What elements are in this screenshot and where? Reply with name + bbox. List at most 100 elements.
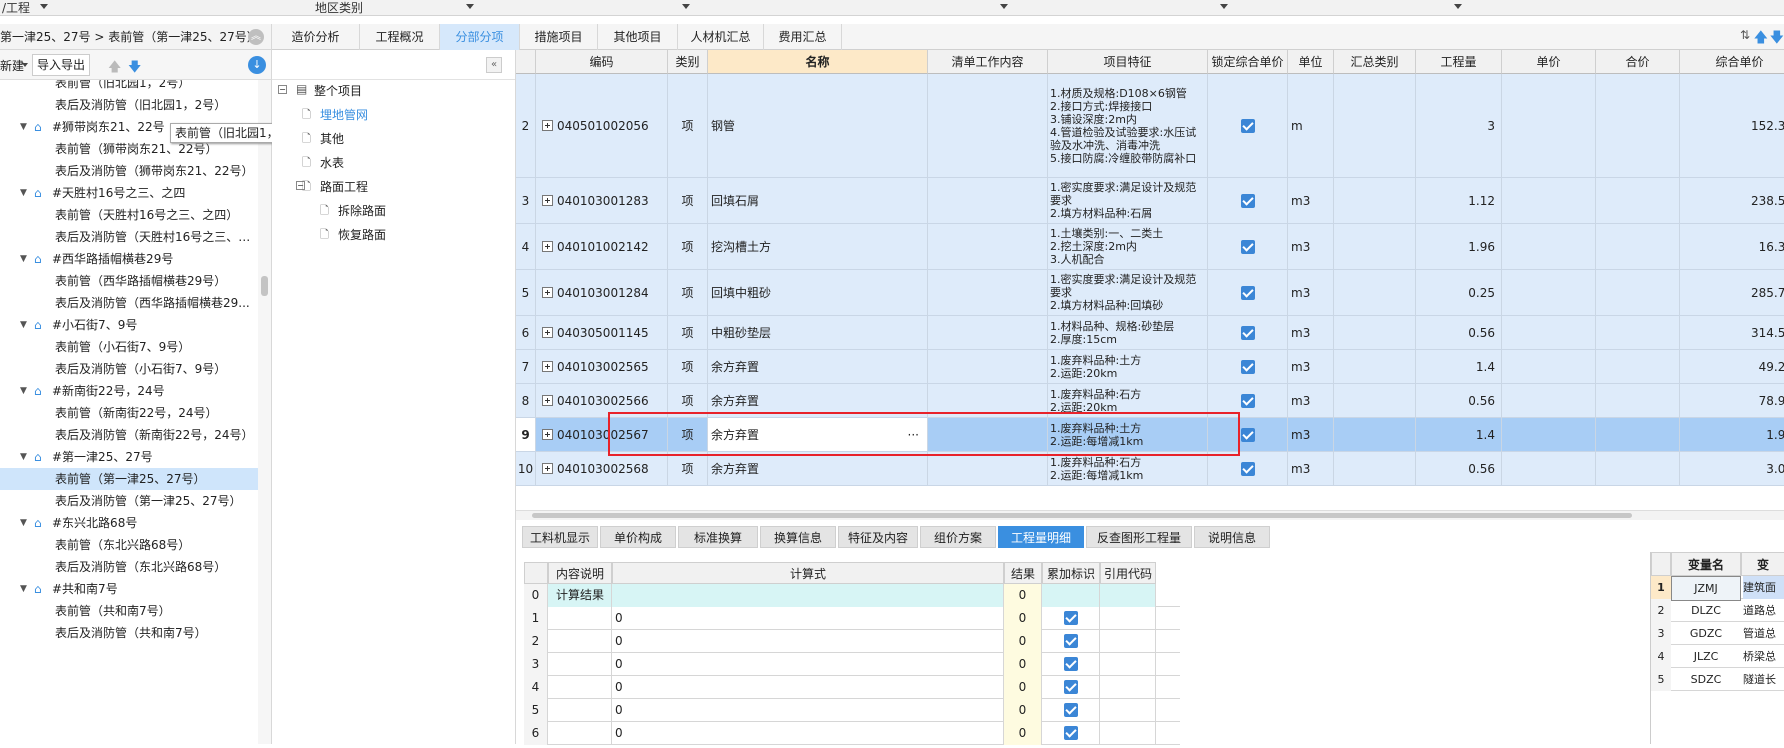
col-header[interactable]: 汇总类别	[1334, 50, 1416, 74]
chevron-down-icon[interactable]	[466, 4, 474, 9]
project-item[interactable]: 表前管（共和南7号）	[0, 600, 258, 622]
var-row[interactable]: 2 DLZC 道路总	[1651, 599, 1784, 622]
desc-cell[interactable]: 计算结果	[548, 584, 612, 607]
expand-plus-icon[interactable]	[542, 120, 553, 131]
checkbox-checked-icon[interactable]	[1063, 611, 1078, 625]
summary-type-cell[interactable]	[1334, 74, 1416, 177]
calc-col-header[interactable]: 结果	[1004, 562, 1042, 584]
bottom-tab-4[interactable]: 特征及内容	[838, 526, 918, 548]
accumulate-cell[interactable]	[1042, 607, 1100, 630]
ref-code-cell[interactable]	[1100, 699, 1156, 722]
work-content-cell[interactable]	[928, 270, 1048, 315]
unit-price-cell[interactable]	[1502, 224, 1596, 269]
var-col-header[interactable]: 变	[1741, 552, 1784, 576]
formula-cell[interactable]: 0	[612, 699, 1004, 722]
project-item[interactable]: 表前管（西华路插帽横巷29号）	[0, 270, 258, 292]
col-header[interactable]: 合价	[1596, 50, 1680, 74]
code-cell[interactable]: 040103002565	[536, 350, 668, 383]
project-item[interactable]: 表前管（新南街22号，24号）	[0, 402, 258, 424]
quantity-cell[interactable]: 0.56	[1416, 384, 1502, 417]
name-cell[interactable]: 余方弃置	[708, 452, 928, 485]
composite-price-cell[interactable]: 78.91	[1680, 384, 1784, 417]
project-group[interactable]: ▼ ⌂ #共和南7号	[0, 578, 258, 600]
col-header[interactable]: 单位	[1288, 50, 1334, 74]
tab-1[interactable]: 工程概况	[360, 24, 440, 50]
chevron-down-icon[interactable]	[40, 4, 48, 9]
horizontal-scrollbar[interactable]	[516, 510, 1784, 520]
quantity-cell[interactable]: 3	[1416, 74, 1502, 177]
composite-price-cell[interactable]: 238.58	[1680, 178, 1784, 223]
total-price-cell[interactable]	[1596, 316, 1680, 349]
row-number[interactable]: 3	[516, 178, 536, 223]
project-group[interactable]: ▼ ⌂ #东兴北路68号	[0, 512, 258, 534]
quantity-cell[interactable]: 0.56	[1416, 316, 1502, 349]
work-content-cell[interactable]	[928, 178, 1048, 223]
project-item[interactable]: 表后及消防管（天胜村16号之三、…	[0, 226, 258, 248]
checkbox-checked-icon[interactable]	[1240, 118, 1255, 133]
col-header[interactable]: 综合单价	[1680, 50, 1784, 74]
var-name[interactable]: SDZC	[1671, 668, 1741, 691]
accumulate-cell[interactable]	[1042, 630, 1100, 653]
unit-cell[interactable]: m3	[1288, 384, 1334, 417]
lock-price-cell[interactable]	[1208, 74, 1288, 177]
work-content-cell[interactable]	[928, 384, 1048, 417]
ref-code-cell[interactable]	[1100, 584, 1156, 607]
type-cell[interactable]: 项	[668, 224, 708, 269]
expand-icon[interactable]: ▼	[20, 512, 27, 534]
project-group[interactable]: ▼ ⌂ #西华路插帽横巷29号	[0, 248, 258, 270]
bottom-tab-0[interactable]: 工料机显示	[522, 526, 598, 548]
total-price-cell[interactable]	[1596, 178, 1680, 223]
work-content-cell[interactable]	[928, 350, 1048, 383]
accumulate-cell[interactable]	[1042, 722, 1100, 745]
import-export-button[interactable]: 导入导出	[32, 54, 91, 76]
quantity-cell[interactable]: 1.12	[1416, 178, 1502, 223]
desc-cell[interactable]	[548, 653, 612, 676]
code-cell[interactable]: 040103001284	[536, 270, 668, 315]
lock-price-cell[interactable]	[1208, 270, 1288, 315]
expand-icon[interactable]: ▼	[20, 182, 27, 204]
var-value[interactable]: 桥梁总	[1743, 645, 1784, 668]
feature-cell[interactable]: 1.土壤类别:一、二类土 2.挖土深度:2m内 3.人机配合	[1048, 224, 1208, 269]
checkbox-checked-icon[interactable]	[1240, 239, 1255, 254]
tree-item[interactable]: 水表	[320, 154, 344, 171]
checkbox-checked-icon[interactable]	[1063, 680, 1078, 694]
var-row[interactable]: 1 JZMJ 建筑面	[1651, 576, 1784, 601]
project-item[interactable]: 表前管（东北兴路68号）	[0, 534, 258, 556]
var-row[interactable]: 4 JLZC 桥梁总	[1651, 645, 1784, 668]
checkbox-checked-icon[interactable]	[1240, 285, 1255, 300]
tab-6[interactable]: 费用汇总	[764, 24, 842, 50]
type-cell[interactable]: 项	[668, 350, 708, 383]
col-header[interactable]: 编码	[536, 50, 668, 74]
accumulate-cell[interactable]	[1042, 653, 1100, 676]
name-cell[interactable]: 中粗砂垫层	[708, 316, 928, 349]
composite-price-cell[interactable]: 285.72	[1680, 270, 1784, 315]
chevron-down-icon[interactable]	[22, 63, 28, 67]
expand-icon[interactable]: ▼	[20, 446, 27, 468]
bottom-tab-2[interactable]: 标准换算	[678, 526, 758, 548]
composite-price-cell[interactable]: 1.97	[1680, 418, 1784, 451]
expand-icon[interactable]: ▼	[20, 578, 27, 600]
checkbox-checked-icon[interactable]	[1240, 461, 1255, 476]
ref-code-cell[interactable]	[1100, 676, 1156, 699]
bottom-tab-7[interactable]: 反查图形工程量	[1086, 526, 1192, 548]
accumulate-cell[interactable]	[1042, 676, 1100, 699]
col-header[interactable]: 类别	[668, 50, 708, 74]
work-content-cell[interactable]	[928, 316, 1048, 349]
name-cell[interactable]: 余方弃置	[708, 384, 928, 417]
var-name[interactable]: JLZC	[1671, 645, 1741, 668]
unit-cell[interactable]: m3	[1288, 316, 1334, 349]
project-group[interactable]: ▼ ⌂ #天胜村16号之三、之四	[0, 182, 258, 204]
col-header[interactable]: 工程量	[1416, 50, 1502, 74]
unit-price-cell[interactable]	[1502, 74, 1596, 177]
scrollbar-thumb[interactable]	[261, 276, 268, 296]
more-icon[interactable]: ···	[908, 428, 919, 442]
bottom-tab-5[interactable]: 组价方案	[920, 526, 996, 548]
lock-price-cell[interactable]	[1208, 350, 1288, 383]
unit-cell[interactable]: m3	[1288, 224, 1334, 269]
expand-plus-icon[interactable]	[542, 361, 553, 372]
tree-item[interactable]: 其他	[320, 130, 344, 147]
quantity-cell[interactable]: 0.56	[1416, 452, 1502, 485]
var-value[interactable]: 建筑面	[1743, 576, 1784, 599]
chevron-down-icon[interactable]	[1220, 4, 1228, 9]
total-price-cell[interactable]	[1596, 452, 1680, 485]
